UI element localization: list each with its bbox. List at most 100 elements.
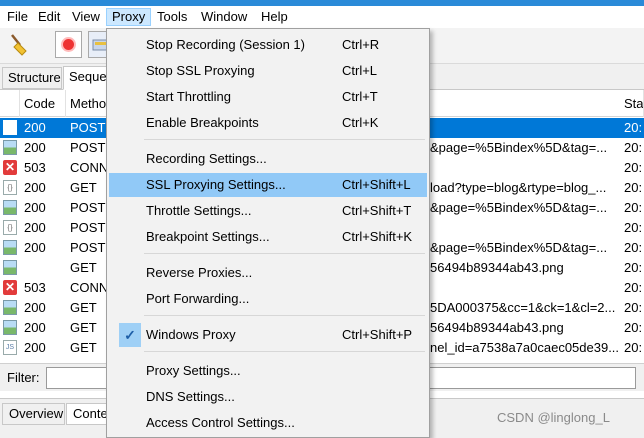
cell-url: 56494b89344ab43.png: [430, 320, 564, 335]
menu-item-label: Port Forwarding...: [146, 291, 250, 306]
watermark-text: CSDN @linglong_L: [497, 410, 610, 425]
menu-item-label: Proxy Settings...: [146, 363, 241, 378]
cell-start: 20:: [624, 340, 643, 355]
menu-item-recording-settings[interactable]: Recording Settings...: [109, 147, 427, 171]
cell-start: 20:: [624, 200, 643, 215]
cell-start: 20:: [624, 280, 643, 295]
menu-item-stop-recording[interactable]: Stop Recording (Session 1) Ctrl+R: [109, 33, 427, 57]
image-icon: [3, 260, 17, 275]
record-icon: [61, 37, 76, 52]
cell-method: GET: [70, 320, 97, 335]
menu-item-shortcut: Ctrl+Shift+P: [342, 327, 413, 342]
json-icon: {}: [3, 180, 17, 195]
cell-start: 20:: [624, 120, 643, 135]
image-icon: [3, 200, 17, 215]
menu-item-ssl-proxying-settings[interactable]: SSL Proxying Settings... Ctrl+Shift+L: [109, 173, 427, 197]
cell-url: &page=%5Bindex%5D&tag=...: [430, 240, 608, 255]
menu-item-proxy-settings[interactable]: Proxy Settings...: [109, 359, 427, 383]
cell-code: 200: [24, 200, 46, 215]
menu-item-stop-ssl-proxying[interactable]: Stop SSL Proxying Ctrl+L: [109, 59, 427, 83]
menu-item-label: SSL Proxying Settings...: [146, 177, 286, 192]
cell-url: &page=%5Bindex%5D&tag=...: [430, 140, 608, 155]
menu-window[interactable]: Window: [196, 9, 252, 27]
menu-item-windows-proxy[interactable]: ✓ Windows Proxy Ctrl+Shift+P: [109, 323, 427, 347]
js-icon: JS: [3, 340, 17, 355]
header-method[interactable]: Method: [66, 90, 108, 117]
menu-edit[interactable]: Edit: [33, 9, 65, 27]
cell-start: 20:: [624, 140, 643, 155]
menu-item-shortcut: Ctrl+Shift+L: [342, 177, 411, 192]
tab-contents[interactable]: Contents: [66, 403, 110, 425]
menu-item-breakpoint-settings[interactable]: Breakpoint Settings... Ctrl+Shift+K: [109, 225, 427, 249]
cell-method: GET: [70, 260, 97, 275]
menu-item-enable-breakpoints[interactable]: Enable Breakpoints Ctrl+K: [109, 111, 427, 135]
menu-view[interactable]: View: [67, 9, 105, 27]
cell-method: CONNECT: [70, 280, 108, 295]
cell-method: POST: [70, 220, 106, 235]
menu-item-label: Start Throttling: [146, 89, 232, 104]
menu-item-access-control-settings[interactable]: Access Control Settings...: [109, 411, 427, 435]
menu-item-label: Windows Proxy: [146, 327, 236, 342]
menu-tools[interactable]: Tools: [152, 9, 192, 27]
cell-code: 503: [24, 160, 46, 175]
filter-label: Filter:: [7, 370, 40, 385]
cell-method: POST: [70, 120, 106, 135]
tab-overview[interactable]: Overview: [2, 403, 65, 425]
cell-code: 200: [24, 180, 46, 195]
document-icon: [3, 120, 17, 135]
error-icon: ✕: [3, 280, 17, 295]
menu-item-label: Reverse Proxies...: [146, 265, 253, 280]
cell-start: 20:: [624, 260, 643, 275]
header-code[interactable]: Code: [20, 90, 66, 117]
cell-code: 200: [24, 320, 46, 335]
cell-url: 56494b89344ab43.png: [430, 260, 564, 275]
menu-item-label: Throttle Settings...: [146, 203, 252, 218]
header-start[interactable]: Start: [620, 90, 644, 117]
menu-item-shortcut: Ctrl+Shift+K: [342, 229, 413, 244]
cell-method: CONNECT: [70, 160, 108, 175]
cell-method: POST: [70, 140, 106, 155]
menu-item-port-forwarding[interactable]: Port Forwarding...: [109, 287, 427, 311]
image-icon: [3, 140, 17, 155]
cell-start: 20:: [624, 320, 643, 335]
header-icon-column: [0, 90, 20, 117]
menu-bar: File Edit View Proxy Tools Window Help: [0, 6, 644, 28]
cell-url: nel_id=a7538a7a0caec05de39...: [430, 340, 618, 355]
image-icon: [3, 300, 17, 315]
cell-start: 20:: [624, 240, 643, 255]
menu-item-reverse-proxies[interactable]: Reverse Proxies...: [109, 261, 427, 285]
menu-separator: [144, 315, 425, 316]
cell-code: 200: [24, 140, 46, 155]
cell-code: 200: [24, 240, 46, 255]
menu-item-label: DNS Settings...: [146, 389, 235, 404]
cell-method: GET: [70, 180, 97, 195]
menu-item-label: Breakpoint Settings...: [146, 229, 270, 244]
cell-url: &page=%5Bindex%5D&tag=...: [430, 200, 608, 215]
cell-code: 200: [24, 300, 46, 315]
menu-item-label: Stop SSL Proxying: [146, 63, 255, 78]
menu-item-shortcut: Ctrl+Shift+T: [342, 203, 412, 218]
broom-icon[interactable]: [6, 31, 33, 58]
menu-item-label: Stop Recording (Session 1): [146, 37, 305, 52]
menu-item-label: Recording Settings...: [146, 151, 267, 166]
menu-file[interactable]: File: [2, 9, 33, 27]
menu-item-start-throttling[interactable]: Start Throttling Ctrl+T: [109, 85, 427, 109]
menu-item-shortcut: Ctrl+K: [342, 115, 379, 130]
menu-proxy[interactable]: Proxy: [106, 8, 152, 26]
menu-item-label: Enable Breakpoints: [146, 115, 259, 130]
menu-help[interactable]: Help: [256, 9, 293, 27]
cell-method: POST: [70, 200, 106, 215]
checkmark-icon: ✓: [119, 323, 141, 347]
image-icon: [3, 240, 17, 255]
cell-start: 20:: [624, 220, 643, 235]
json-icon: {}: [3, 220, 17, 235]
cell-url: load?type=blog&rtype=blog_...: [430, 180, 607, 195]
menu-item-dns-settings[interactable]: DNS Settings...: [109, 385, 427, 409]
proxy-menu-dropdown: Stop Recording (Session 1) Ctrl+R Stop S…: [106, 28, 430, 438]
tab-structure[interactable]: Structure: [2, 67, 62, 89]
cell-code: 200: [24, 120, 46, 135]
menu-item-shortcut: Ctrl+L: [342, 63, 378, 78]
record-button[interactable]: [55, 31, 82, 58]
menu-item-throttle-settings[interactable]: Throttle Settings... Ctrl+Shift+T: [109, 199, 427, 223]
cell-start: 20:: [624, 300, 643, 315]
